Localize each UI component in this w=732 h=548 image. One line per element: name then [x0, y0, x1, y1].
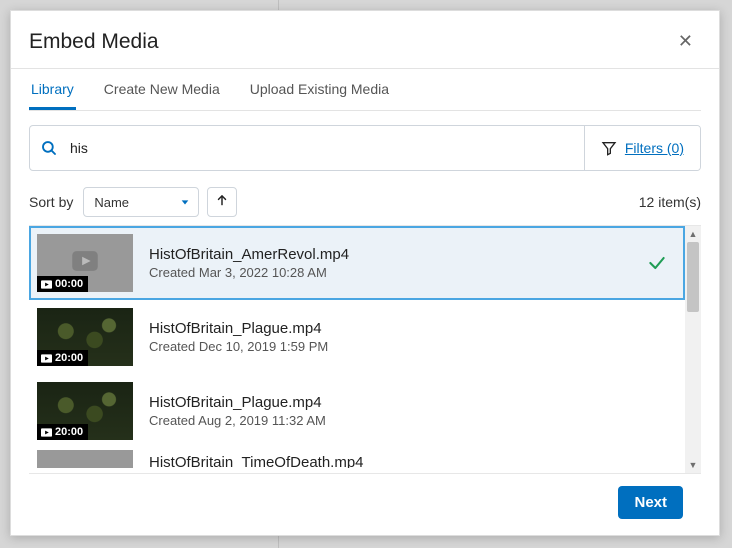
media-created: Created Dec 10, 2019 1:59 PM	[149, 339, 673, 354]
media-title: HistOfBritain_Plague.mp4	[149, 394, 673, 411]
chevron-down-icon	[180, 197, 190, 207]
media-row[interactable]: 20:00 HistOfBritain_Plague.mp4 Created D…	[29, 300, 685, 374]
video-icon	[41, 280, 52, 289]
embed-media-modal: Embed Media ✕ Library Create New Media U…	[10, 10, 720, 536]
thumbnail: 20:00	[37, 382, 133, 440]
filters-label: Filters (0)	[625, 140, 684, 156]
duration-text: 20:00	[55, 352, 83, 364]
tab-upload-existing-media[interactable]: Upload Existing Media	[248, 69, 391, 110]
search-input[interactable]	[68, 139, 574, 157]
close-icon: ✕	[678, 31, 693, 51]
tab-create-new-media[interactable]: Create New Media	[102, 69, 222, 110]
sort-direction-button[interactable]	[207, 187, 237, 217]
thumbnail: 00:00	[37, 234, 133, 292]
check-icon	[647, 253, 667, 273]
item-count: 12 item(s)	[639, 194, 701, 210]
media-title: HistOfBritain_TimeOfDeath.mp4	[149, 454, 673, 471]
thumbnail	[37, 448, 133, 470]
filters-button[interactable]: Filters (0)	[584, 126, 700, 170]
video-icon	[41, 428, 52, 437]
sort-select[interactable]: Name	[83, 187, 199, 217]
duration-badge: 20:00	[37, 350, 88, 366]
search-row: Filters (0)	[29, 125, 701, 171]
filter-icon	[601, 140, 617, 156]
duration-text: 00:00	[55, 278, 83, 290]
media-created: Created Mar 3, 2022 10:28 AM	[149, 265, 647, 280]
close-button[interactable]: ✕	[672, 27, 699, 56]
sort-by-label: Sort by	[29, 194, 73, 210]
search-icon	[40, 139, 58, 157]
media-row[interactable]: 00:00 HistOfBritain_AmerRevol.mp4 Create…	[29, 226, 685, 300]
next-button[interactable]: Next	[618, 486, 683, 519]
duration-text: 20:00	[55, 426, 83, 438]
tabs: Library Create New Media Upload Existing…	[29, 69, 701, 111]
media-row[interactable]: HistOfBritain_TimeOfDeath.mp4	[29, 448, 685, 470]
scroll-thumb[interactable]	[687, 242, 699, 312]
results-list: 00:00 HistOfBritain_AmerRevol.mp4 Create…	[29, 226, 685, 473]
duration-badge: 00:00	[37, 276, 88, 292]
scroll-down-arrow-icon[interactable]: ▼	[685, 457, 701, 473]
scrollbar[interactable]: ▲ ▼	[685, 226, 701, 473]
media-row[interactable]: 20:00 HistOfBritain_Plague.mp4 Created A…	[29, 374, 685, 448]
scroll-up-arrow-icon[interactable]: ▲	[685, 226, 701, 242]
thumbnail: 20:00	[37, 308, 133, 366]
modal-title: Embed Media	[29, 30, 159, 54]
arrow-up-icon	[215, 193, 229, 212]
sort-value: Name	[94, 195, 129, 210]
media-created: Created Aug 2, 2019 11:32 AM	[149, 413, 673, 428]
video-icon	[41, 354, 52, 363]
duration-badge: 20:00	[37, 424, 88, 440]
tab-library[interactable]: Library	[29, 69, 76, 110]
media-title: HistOfBritain_Plague.mp4	[149, 320, 673, 337]
media-title: HistOfBritain_AmerRevol.mp4	[149, 246, 647, 263]
